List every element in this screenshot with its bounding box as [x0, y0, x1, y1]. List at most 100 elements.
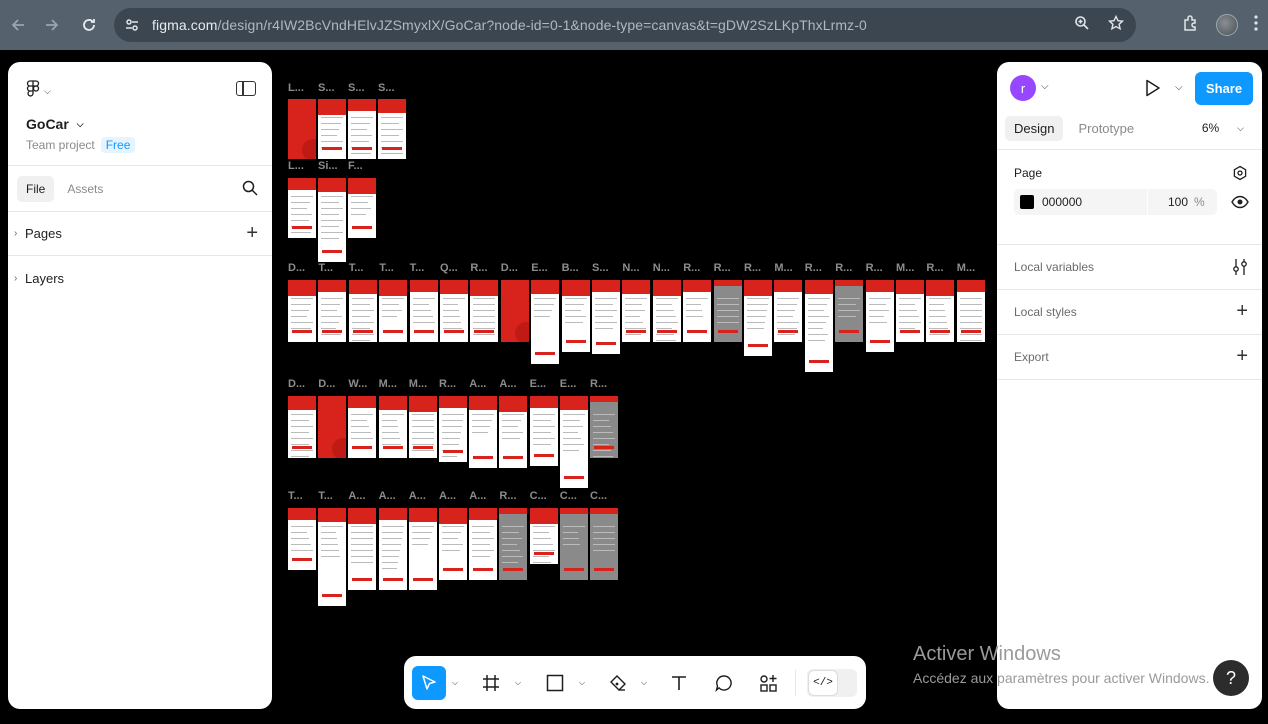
chevron-down-icon[interactable]: ⌵ — [641, 678, 647, 688]
background-opacity[interactable]: 100 — [1154, 195, 1188, 209]
design-frame[interactable] — [318, 280, 347, 342]
local-styles-row[interactable]: Local styles + — [997, 290, 1262, 335]
rectangle-tool-icon[interactable] — [538, 666, 572, 700]
design-frame[interactable] — [499, 508, 528, 580]
frame-label[interactable]: R... — [866, 262, 883, 274]
design-frame[interactable] — [288, 99, 316, 159]
frame-label[interactable]: D... — [288, 262, 305, 274]
frame-label[interactable]: C... — [530, 490, 547, 502]
design-frame[interactable] — [835, 280, 864, 342]
design-frame[interactable] — [439, 396, 467, 462]
design-frame[interactable] — [379, 280, 408, 342]
extensions-icon[interactable] — [1182, 14, 1200, 37]
color-swatch[interactable] — [1020, 195, 1034, 209]
design-frame[interactable] — [500, 280, 529, 342]
add-page-icon[interactable]: + — [246, 222, 258, 245]
design-frame[interactable] — [559, 396, 588, 488]
chevron-down-icon[interactable]: ⌵ — [1041, 81, 1049, 92]
main-menu-button[interactable]: ⌵ — [26, 80, 51, 103]
frame-label[interactable]: M... — [409, 378, 427, 390]
tab-file[interactable]: File — [17, 175, 55, 202]
frame-label[interactable]: F... — [348, 160, 363, 172]
frame-label[interactable]: D... — [288, 378, 305, 390]
styles-hexagon-icon[interactable] — [1232, 165, 1248, 186]
frame-label[interactable]: A... — [499, 378, 516, 390]
design-frame[interactable] — [865, 280, 894, 352]
design-frame[interactable] — [440, 280, 468, 342]
frame-label[interactable]: A... — [409, 490, 426, 502]
frame-label[interactable]: T... — [379, 262, 394, 274]
design-frame[interactable] — [744, 280, 772, 356]
frame-label[interactable]: R... — [805, 262, 822, 274]
frame-label[interactable]: E... — [560, 378, 577, 390]
frame-label[interactable]: A... — [469, 378, 486, 390]
frame-label[interactable]: R... — [926, 262, 943, 274]
forward-arrow-icon[interactable] — [38, 11, 66, 39]
frame-label[interactable]: M... — [379, 378, 397, 390]
design-frame[interactable] — [318, 99, 346, 159]
project-name[interactable]: GoCar ⌵ — [26, 116, 84, 132]
design-frame[interactable] — [683, 280, 712, 342]
address-bar[interactable]: figma.com/design/r4IW2BcVndHElvJZSmyxlX/… — [114, 8, 1136, 42]
design-frame[interactable] — [318, 396, 347, 458]
design-canvas[interactable]: L... S... S... S... L... Si... F... D... T... T..… — [272, 62, 997, 709]
design-frame[interactable] — [622, 280, 651, 342]
frame-label[interactable]: L... — [288, 160, 304, 172]
background-hex[interactable]: 000000 — [1042, 195, 1147, 209]
tab-assets[interactable]: Assets — [58, 176, 112, 202]
design-frame[interactable] — [288, 508, 316, 570]
frame-label[interactable]: D... — [501, 262, 518, 274]
frame-label[interactable]: S... — [592, 262, 609, 274]
site-info-icon[interactable] — [124, 17, 140, 33]
frame-label[interactable]: L... — [288, 82, 304, 94]
frame-label[interactable]: A... — [379, 490, 396, 502]
page-background-field[interactable]: 000000 100 % — [1014, 189, 1217, 215]
design-frame[interactable] — [409, 280, 438, 342]
design-frame[interactable] — [470, 280, 499, 342]
profile-avatar[interactable] — [1216, 14, 1238, 36]
search-icon[interactable] — [242, 180, 258, 201]
frame-label[interactable]: R... — [714, 262, 731, 274]
bookmark-star-icon[interactable] — [1107, 14, 1125, 36]
present-play-icon[interactable] — [1145, 79, 1161, 102]
comment-tool-icon[interactable] — [707, 666, 741, 700]
frame-label[interactable]: M... — [957, 262, 975, 274]
back-arrow-icon[interactable] — [4, 11, 32, 39]
tab-design[interactable]: Design — [1005, 116, 1064, 141]
actions-tool-icon[interactable] — [751, 666, 785, 700]
design-frame[interactable] — [348, 99, 376, 159]
frame-label[interactable]: C... — [560, 490, 577, 502]
project-type[interactable]: Team project — [26, 138, 95, 152]
tab-prototype[interactable]: Prototype — [1069, 116, 1143, 141]
frame-label[interactable]: R... — [439, 378, 456, 390]
frame-label[interactable]: R... — [590, 378, 607, 390]
design-frame[interactable] — [529, 508, 558, 564]
frame-label[interactable]: Q... — [440, 262, 458, 274]
design-frame[interactable] — [378, 396, 407, 458]
design-frame[interactable] — [378, 508, 407, 590]
chevron-down-icon[interactable]: ⌵ — [579, 678, 585, 688]
pages-section[interactable]: › Pages + — [8, 212, 272, 256]
frame-label[interactable]: T... — [318, 490, 333, 502]
zoom-icon[interactable] — [1074, 15, 1090, 36]
help-button[interactable]: ? — [1213, 660, 1249, 696]
frame-label[interactable]: R... — [470, 262, 487, 274]
plan-badge[interactable]: Free — [100, 137, 136, 153]
frame-label[interactable]: E... — [530, 378, 547, 390]
design-frame[interactable] — [439, 508, 467, 580]
design-frame[interactable] — [956, 280, 985, 342]
design-frame[interactable] — [378, 99, 406, 159]
frame-label[interactable]: Si... — [318, 160, 338, 172]
move-tool-icon[interactable] — [412, 666, 446, 700]
variables-sliders-icon[interactable] — [1232, 258, 1248, 281]
design-frame[interactable] — [590, 508, 618, 580]
chevron-down-icon[interactable]: ⌵ — [515, 678, 521, 688]
add-style-icon[interactable]: + — [1236, 300, 1248, 323]
frame-label[interactable]: S... — [318, 82, 335, 94]
frame-label[interactable]: A... — [348, 490, 365, 502]
frame-label[interactable]: R... — [499, 490, 516, 502]
design-frame[interactable] — [348, 396, 377, 458]
frame-label[interactable]: T... — [349, 262, 364, 274]
design-frame[interactable] — [499, 396, 528, 468]
design-frame[interactable] — [408, 508, 437, 590]
